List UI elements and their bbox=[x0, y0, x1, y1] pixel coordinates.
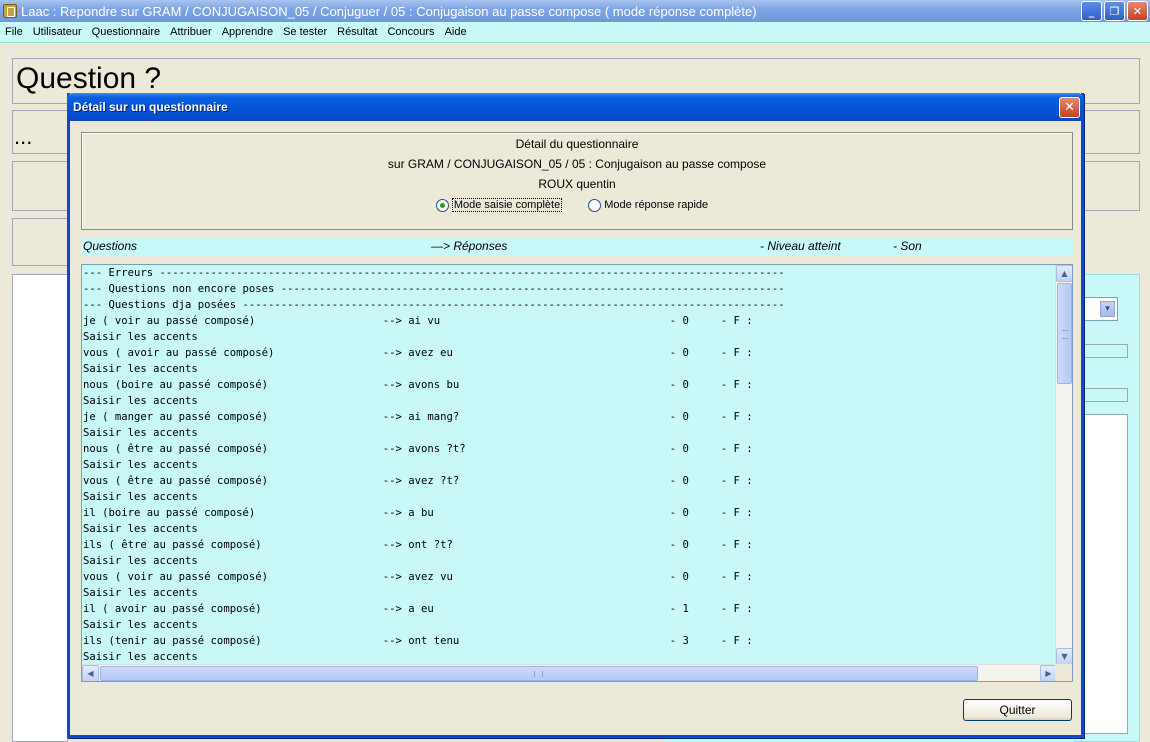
vertical-scrollbar[interactable]: ▲ ▼ bbox=[1055, 265, 1072, 665]
text-line: Saisir les accents bbox=[83, 331, 198, 343]
text-line: Saisir les accents bbox=[83, 395, 198, 407]
menu-se-tester[interactable]: Se tester bbox=[278, 26, 332, 38]
text-line: il (boire au passé composé) --> a bu - 0… bbox=[83, 507, 753, 519]
detail-dialog: Détail sur un questionnaire ✕ Détail du … bbox=[67, 93, 1084, 738]
question-heading: Question ? bbox=[16, 62, 162, 95]
text-line: je ( voir au passé composé) --> ai vu - … bbox=[83, 315, 753, 327]
quit-button[interactable]: Quitter bbox=[963, 699, 1072, 721]
menu-resultat[interactable]: Résultat bbox=[332, 26, 382, 38]
menu-attribuer[interactable]: Attribuer bbox=[165, 26, 217, 38]
text-line: Saisir les accents bbox=[83, 491, 198, 503]
dialog-title: Détail sur un questionnaire bbox=[73, 100, 228, 114]
text-line: nous (boire au passé composé) --> avons … bbox=[83, 379, 753, 391]
detail-subject: sur GRAM / CONJUGAISON_05 / 05 : Conjuga… bbox=[387, 157, 767, 171]
detail-user: ROUX quentin bbox=[538, 177, 616, 191]
left-list-panel bbox=[12, 274, 68, 742]
minimize-button[interactable]: _ bbox=[1081, 1, 1102, 21]
menu-file[interactable]: File bbox=[0, 26, 28, 38]
mode-radio-group: Mode saisie complète Mode réponse rapide bbox=[72, 198, 1072, 212]
menu-utilisateur[interactable]: Utilisateur bbox=[28, 26, 87, 38]
text-line: Saisir les accents bbox=[83, 651, 198, 663]
main-titlebar: Laac : Repondre sur GRAM / CONJUGAISON_0… bbox=[0, 0, 1150, 22]
radio-checked-icon bbox=[435, 198, 449, 212]
menu-bar: File Utilisateur Questionnaire Attribuer… bbox=[0, 22, 1150, 43]
menu-concours[interactable]: Concours bbox=[382, 26, 439, 38]
column-niveau: - Niveau atteint bbox=[760, 239, 841, 253]
text-line: ils ( être au passé composé) --> ont ?t?… bbox=[83, 539, 753, 551]
results-text-content: --- Erreurs ----------------------------… bbox=[83, 265, 1057, 665]
horizontal-scroll-thumb[interactable] bbox=[100, 666, 978, 681]
scroll-corner bbox=[1055, 664, 1072, 681]
window-controls: _ ❐ ✕ bbox=[1081, 1, 1148, 21]
column-header: Questions —> Réponses - Niveau atteint -… bbox=[81, 238, 1073, 256]
menu-aide[interactable]: Aide bbox=[440, 26, 472, 38]
detail-box: Détail du questionnaire sur GRAM / CONJU… bbox=[81, 132, 1073, 230]
dialog-titlebar[interactable]: Détail sur un questionnaire ✕ bbox=[67, 93, 1084, 121]
results-text-area[interactable]: --- Erreurs ----------------------------… bbox=[81, 264, 1073, 682]
radio-unchecked-icon bbox=[588, 198, 602, 212]
vertical-scroll-thumb[interactable] bbox=[1057, 283, 1072, 384]
window-title: Laac : Repondre sur GRAM / CONJUGAISON_0… bbox=[21, 3, 757, 19]
scroll-left-icon[interactable]: ◀ bbox=[82, 665, 99, 681]
menu-questionnaire[interactable]: Questionnaire bbox=[87, 26, 166, 38]
text-line: nous ( être au passé composé) --> avons … bbox=[83, 443, 753, 455]
restore-button[interactable]: ❐ bbox=[1104, 1, 1125, 21]
text-line: vous ( être au passé composé) --> avez ?… bbox=[83, 475, 753, 487]
text-line: vous ( avoir au passé composé) --> avez … bbox=[83, 347, 753, 359]
mode-saisie-complete-radio[interactable]: Mode saisie complète bbox=[435, 198, 563, 212]
scroll-down-icon[interactable]: ▼ bbox=[1056, 648, 1072, 665]
column-reponses: —> Réponses bbox=[431, 239, 508, 253]
text-line: Saisir les accents bbox=[83, 427, 198, 439]
chevron-down-icon: ▾ bbox=[1100, 301, 1115, 317]
dialog-close-button[interactable]: ✕ bbox=[1059, 97, 1080, 118]
mode-reponse-rapide-label: Mode réponse rapide bbox=[604, 199, 709, 211]
text-line: ils (tenir au passé composé) --> ont ten… bbox=[83, 635, 753, 647]
answer-ellipsis: ... bbox=[14, 124, 33, 149]
menu-apprendre[interactable]: Apprendre bbox=[217, 26, 278, 38]
text-line: vous ( voir au passé composé) --> avez v… bbox=[83, 571, 753, 583]
close-button[interactable]: ✕ bbox=[1127, 1, 1148, 21]
text-line: Saisir les accents bbox=[83, 587, 198, 599]
text-line: Saisir les accents bbox=[83, 555, 198, 567]
java-app-icon bbox=[3, 4, 17, 18]
column-son: - Son bbox=[893, 239, 922, 253]
text-line: --- Questions dja posées ---------------… bbox=[83, 299, 785, 311]
text-line: --- Questions non encore poses ---------… bbox=[83, 283, 785, 295]
text-line: --- Erreurs ----------------------------… bbox=[83, 267, 785, 279]
scroll-up-icon[interactable]: ▲ bbox=[1056, 265, 1072, 282]
text-line: Saisir les accents bbox=[83, 523, 198, 535]
text-line: je ( manger au passé composé) --> ai man… bbox=[83, 411, 753, 423]
mode-reponse-rapide-radio[interactable]: Mode réponse rapide bbox=[588, 198, 708, 212]
text-line: Saisir les accents bbox=[83, 459, 198, 471]
column-questions: Questions bbox=[83, 239, 138, 253]
horizontal-scrollbar[interactable]: ◀ ▶ bbox=[82, 664, 1057, 681]
side-panel bbox=[12, 218, 68, 266]
text-line: Saisir les accents bbox=[83, 363, 198, 375]
text-line: Saisir les accents bbox=[83, 619, 198, 631]
detail-heading: Détail du questionnaire bbox=[515, 137, 639, 151]
text-line: il ( avoir au passé composé) --> a eu - … bbox=[83, 603, 753, 615]
mode-saisie-complete-label: Mode saisie complète bbox=[451, 198, 563, 212]
